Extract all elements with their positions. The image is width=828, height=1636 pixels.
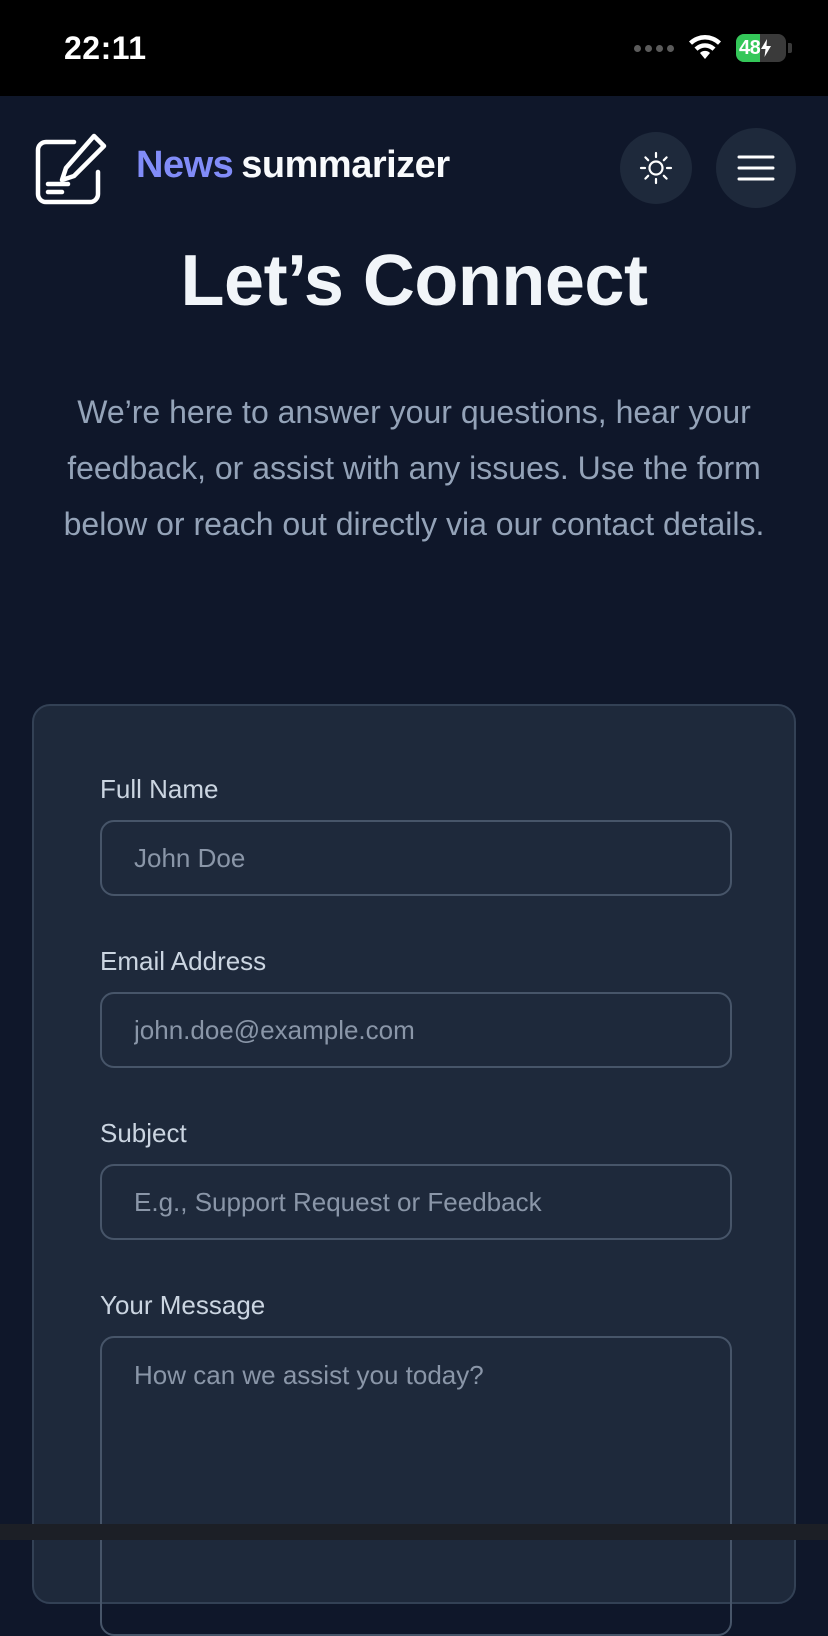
brand-accent: News xyxy=(136,144,234,186)
bottom-toolbar-edge xyxy=(0,1524,828,1540)
hamburger-menu-icon xyxy=(737,155,775,181)
theme-toggle-button[interactable] xyxy=(620,132,692,204)
cellular-signal-icon xyxy=(634,44,674,52)
message-label: Your Message xyxy=(100,1290,266,1320)
subject-input[interactable] xyxy=(100,1164,732,1240)
subject-label: Subject xyxy=(100,1118,187,1148)
wifi-icon xyxy=(689,35,721,59)
menu-button[interactable] xyxy=(716,128,796,208)
intro-text: We’re here to answer your questions, hea… xyxy=(63,394,765,542)
battery-level: 48 xyxy=(739,36,761,59)
battery-icon: 48 xyxy=(736,34,786,62)
email-label: Email Address xyxy=(100,946,267,976)
status-indicators: 48 xyxy=(634,34,792,62)
brand-rest: summarizer xyxy=(241,144,450,186)
app-header: News summarizer xyxy=(0,96,828,236)
full-name-label: Full Name xyxy=(100,774,219,804)
contact-form: Full Name Email Address Subject Your Mes… xyxy=(32,704,796,1636)
sun-icon xyxy=(639,151,673,185)
brand-name[interactable]: News summarizer xyxy=(136,144,450,187)
full-name-input[interactable] xyxy=(100,820,732,896)
page-title: Let’s Connect xyxy=(180,241,648,321)
edit-square-icon[interactable] xyxy=(34,130,110,206)
email-input[interactable] xyxy=(100,992,732,1068)
charging-bolt-icon xyxy=(761,39,772,57)
status-time: 22:11 xyxy=(64,30,147,66)
status-bar: 22:11 48 xyxy=(0,0,828,96)
message-textarea[interactable] xyxy=(100,1336,732,1636)
